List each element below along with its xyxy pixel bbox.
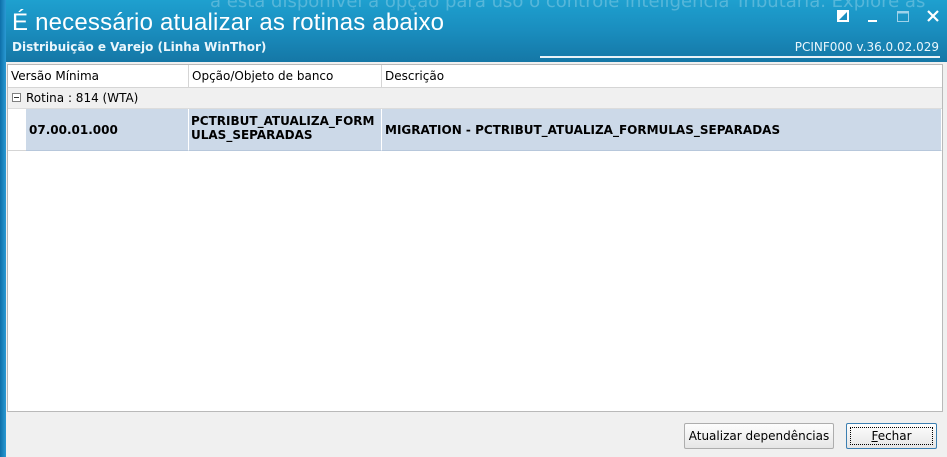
cell-description[interactable]: MIGRATION - PCTRIBUT_ATUALIZA_FORMULAS_S… [382,109,942,151]
cell-min-version[interactable]: 07.00.01.000 [26,109,189,151]
dialog-window: á esta disponível a opção para uso o con… [0,0,947,457]
version-label: PCINF000 v.36.0.02.029 [794,40,939,54]
title-bar[interactable]: á esta disponível a opção para uso o con… [0,0,947,62]
row-indent [8,109,26,151]
column-header-min-version[interactable]: Versão Mínima [8,65,189,87]
minimize-icon[interactable] [865,8,881,24]
focus-rectangle [850,427,933,445]
maximize-icon[interactable] [895,8,911,24]
group-row[interactable]: Rotina : 814 (WTA) [8,88,942,109]
update-dependencies-button[interactable]: Atualizar dependências [684,423,834,449]
dialog-subtitle: Distribuição e Varejo (Linha WinThor) [12,40,267,54]
dialog-title: É necessário atualizar as rotinas abaixo [12,9,445,36]
restore-icon[interactable] [835,8,851,24]
column-header-description[interactable]: Descrição [382,65,942,87]
title-divider [540,56,940,58]
close-icon[interactable] [925,8,941,24]
grid-header: Versão Mínima Opção/Objeto de banco Desc… [8,65,942,88]
collapse-icon[interactable] [12,93,21,102]
cell-object[interactable]: PCTRIBUT_ATUALIZA_FORMULAS_SEPARADAS [189,109,382,151]
window-controls [835,8,941,24]
routines-grid[interactable]: Versão Mínima Opção/Objeto de banco Desc… [7,64,943,412]
window-left-edge [0,0,6,457]
group-label: Rotina : 814 (WTA) [26,91,139,105]
close-button[interactable]: Fechar [846,423,937,449]
column-header-object[interactable]: Opção/Objeto de banco [189,65,382,87]
table-row[interactable]: 07.00.01.000 PCTRIBUT_ATUALIZA_FORMULAS_… [8,109,942,151]
